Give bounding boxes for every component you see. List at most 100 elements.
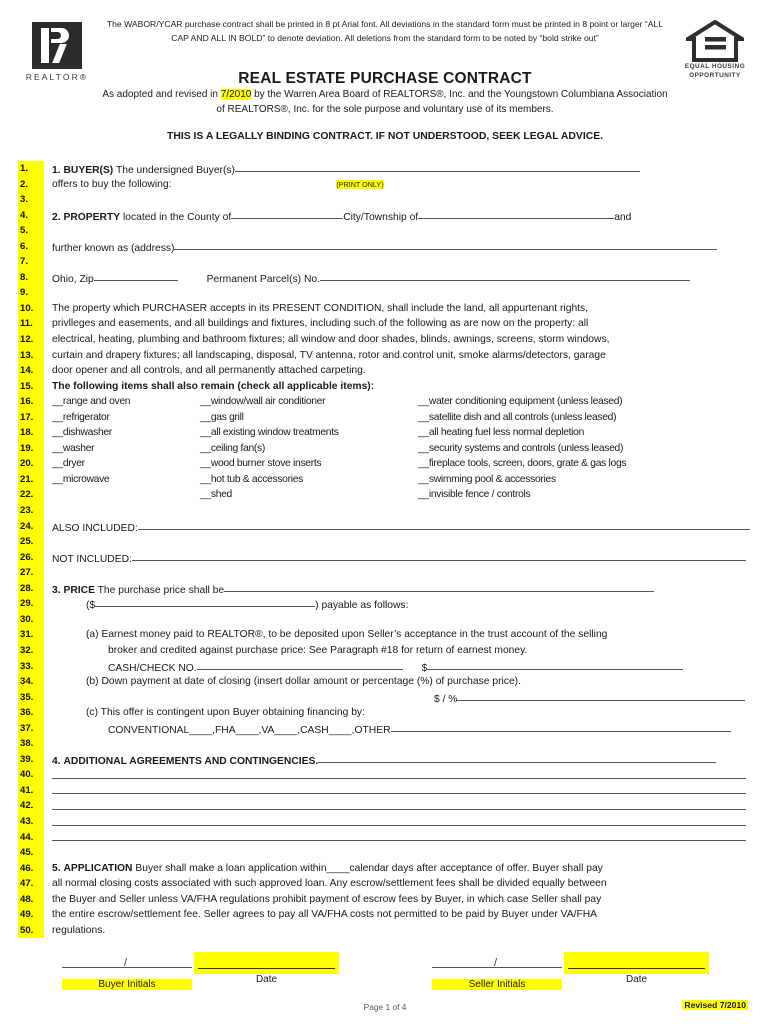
seller-initials-field[interactable]: /: [432, 952, 562, 974]
item-shed[interactable]: __shed: [200, 487, 232, 503]
item-water-conditioning-equipment[interactable]: __water conditioning equipment (unless l…: [418, 394, 623, 410]
section-1-heading: BUYER(S): [63, 165, 114, 176]
application-text-line-4: the entire escrow/settlement fee. Seller…: [52, 909, 598, 921]
revised-badge: Revised 7/2010: [682, 1000, 748, 1010]
dollar-or-percent-label: $ / %: [434, 693, 458, 705]
contract-line-49: the entire escrow/settlement fee. Seller…: [0, 907, 770, 923]
financing-options-text[interactable]: CONVENTIONAL____,FHA____,VA____,CASH____…: [108, 725, 391, 736]
application-text-line-3: the Buyer and Seller unless VA/FHA regul…: [52, 893, 602, 905]
agreement-blank-line-5[interactable]: [52, 840, 746, 842]
item-satellite-dish[interactable]: __satellite dish and all controls (unles…: [418, 410, 617, 426]
contract-line-2: offers to buy the following: (PRINT ONLY…: [0, 177, 770, 193]
buyer-date-field[interactable]: [194, 952, 339, 974]
equal-housing-opportunity-logo: EQUAL HOUSING OPPORTUNITY: [676, 20, 754, 80]
item-wood-burner-stove-inserts[interactable]: __wood burner stove inserts: [200, 456, 322, 472]
contract-line-19: __washer __ceiling fan(s) __security sys…: [0, 441, 770, 457]
down-payment-text: (b) Down payment at date of closing (ins…: [86, 676, 521, 688]
item-washer[interactable]: __washer: [52, 441, 95, 457]
buyer-date-block: Date: [194, 952, 339, 985]
contract-line-27: [0, 565, 770, 581]
item-range-and-oven[interactable]: __range and oven: [52, 394, 131, 410]
item-window-wall-air-conditioner[interactable]: __window/wall air conditioner: [200, 394, 326, 410]
contract-line-35: $ / %: [0, 690, 770, 706]
agreement-blank-line-3[interactable]: [52, 808, 746, 810]
contract-line-38: [0, 736, 770, 752]
adopted-suffix: by the Warren Area Board of REALTORS®, I…: [216, 89, 668, 115]
eho-label: EQUAL HOUSING OPPORTUNITY: [676, 63, 754, 80]
adoption-statement: As adopted and revised in 7/2010 by the …: [100, 88, 670, 117]
contract-line-33: CASH/CHECK NO. $: [0, 659, 770, 675]
earnest-money-text: (a) Earnest money paid to REALTOR®, to b…: [86, 629, 608, 641]
contract-line-6: further known as (address): [0, 239, 770, 255]
contract-line-29: ($) payable as follows:: [0, 596, 770, 612]
item-dishwasher[interactable]: __dishwasher: [52, 425, 112, 441]
realtor-r-icon: [32, 22, 82, 69]
buyer-initials-field[interactable]: /: [62, 952, 192, 974]
items-remain-heading: The following items shall also remain (c…: [52, 380, 375, 392]
item-window-treatments[interactable]: __all existing window treatments: [200, 425, 339, 441]
contract-line-3: [0, 192, 770, 208]
financing-contingency-text: (c) This offer is contingent upon Buyer …: [86, 707, 365, 719]
adopted-prefix: As adopted and revised in: [102, 89, 221, 100]
contract-line-44: [0, 830, 770, 846]
seller-initials-label: Seller Initials: [432, 979, 562, 990]
document-header: REALTOR® The WABOR/YCAR purchase contrac…: [0, 0, 770, 152]
item-security-systems[interactable]: __security systems and controls (unless …: [418, 441, 623, 457]
contract-line-47: all normal closing costs associated with…: [0, 876, 770, 892]
contract-line-41: [0, 783, 770, 799]
contract-line-25: [0, 534, 770, 550]
seller-initials-slash: /: [494, 957, 498, 969]
dollar-open-paren: ($: [86, 600, 96, 612]
application-text-line-1: Buyer shall make a loan application with…: [135, 862, 603, 874]
contract-line-45: [0, 845, 770, 861]
agreement-blank-line-4[interactable]: [52, 824, 746, 826]
contract-line-32: broker and credited against purchase pri…: [0, 643, 770, 659]
item-swimming-pool[interactable]: __swimming pool & accessories: [418, 472, 556, 488]
further-known-as-label: further known as (address): [52, 242, 175, 254]
item-dryer[interactable]: __dryer: [52, 456, 85, 472]
condition-text-line-4: curtain and drapery fixtures; all landsc…: [52, 349, 606, 361]
seller-initials-block: / Seller Initials: [432, 952, 562, 992]
contract-line-43: [0, 814, 770, 830]
cash-check-no-label: CASH/CHECK NO.: [108, 662, 197, 674]
not-included-label: NOT INCLUDED:: [52, 553, 132, 565]
contract-line-5: [0, 223, 770, 239]
house-icon: [686, 20, 744, 62]
contract-line-20: __dryer __wood burner stove inserts __fi…: [0, 456, 770, 472]
application-text-line-5: regulations.: [52, 924, 106, 936]
and-text: and: [614, 211, 632, 223]
contract-line-11: privlleges and easements, and all buildi…: [0, 316, 770, 332]
seller-date-field[interactable]: [564, 952, 709, 974]
item-microwave[interactable]: __microwave: [52, 472, 110, 488]
section-3-heading: PRICE: [63, 584, 95, 596]
agreement-blank-line-2[interactable]: [52, 793, 746, 795]
item-refrigerator[interactable]: __refrigerator: [52, 410, 110, 426]
contract-line-48: the Buyer and Seller unless VA/FHA regul…: [0, 892, 770, 908]
item-hot-tub[interactable]: __hot tub & accessories: [200, 472, 303, 488]
page-number: Page 1 of 4: [363, 1002, 407, 1012]
contract-line-18: __dishwasher __all existing window treat…: [0, 425, 770, 441]
contract-line-31: (a) Earnest money paid to REALTOR®, to b…: [0, 627, 770, 643]
item-fireplace-tools[interactable]: __fireplace tools, screen, doors, grate …: [418, 456, 627, 472]
section-5-number: 5.: [52, 862, 61, 874]
contract-line-26: NOT INCLUDED:: [0, 550, 770, 566]
contract-line-39: 4. ADDITIONAL AGREEMENTS AND CONTINGENCI…: [0, 752, 770, 768]
item-heating-fuel[interactable]: __all heating fuel less normal depletion: [418, 425, 584, 441]
contract-line-17: __refrigerator __gas grill __satellite d…: [0, 410, 770, 426]
agreement-blank-line-1[interactable]: [52, 777, 746, 779]
eho-line-2: OPPORTUNITY: [689, 71, 741, 79]
contract-line-16: __range and oven __window/wall air condi…: [0, 394, 770, 410]
contract-line-36: (c) This offer is contingent upon Buyer …: [0, 705, 770, 721]
buyer-initials-slash: /: [124, 957, 128, 969]
contract-line-21: __microwave __hot tub & accessories __sw…: [0, 472, 770, 488]
contract-line-9: [0, 285, 770, 301]
contract-line-10: The property which PURCHASER accepts in …: [0, 301, 770, 317]
seller-date-block: Date: [564, 952, 709, 985]
condition-text-line-2: privlleges and easements, and all buildi…: [52, 318, 589, 330]
purchase-price-label: The purchase price shall be: [97, 584, 225, 596]
item-ceiling-fans[interactable]: __ceiling fan(s): [200, 441, 265, 457]
contract-line-1: 1. BUYER(S) The undersigned Buyer(s): [0, 161, 770, 177]
contract-line-15: The following items shall also remain (c…: [0, 379, 770, 395]
item-gas-grill[interactable]: __gas grill: [200, 410, 244, 426]
item-invisible-fence[interactable]: __invisible fence / controls: [418, 487, 531, 503]
